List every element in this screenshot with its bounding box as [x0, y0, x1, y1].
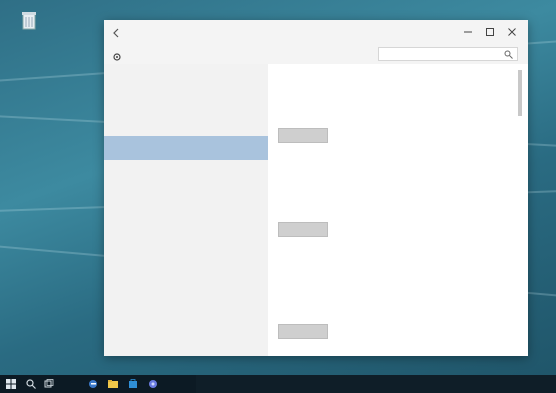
windows-start-icon[interactable]: [6, 379, 16, 389]
section-description: [278, 98, 510, 108]
taskbar: [0, 375, 556, 393]
app-icon[interactable]: [148, 379, 158, 389]
close-button[interactable]: [503, 23, 521, 41]
close-icon: [508, 28, 516, 36]
search-icon[interactable]: [26, 379, 36, 389]
maximize-button[interactable]: [481, 23, 499, 41]
sidebar-item[interactable]: [104, 186, 268, 210]
search-box[interactable]: [378, 47, 518, 61]
sidebar-item[interactable]: [104, 64, 268, 88]
section-button[interactable]: [278, 222, 328, 237]
maximize-icon: [486, 28, 494, 36]
back-button[interactable]: [110, 26, 122, 38]
header-bar: [104, 44, 528, 64]
back-arrow-icon: [113, 28, 119, 38]
task-view-icon[interactable]: [44, 379, 54, 389]
settings-window: [104, 20, 528, 356]
section-button[interactable]: [278, 128, 328, 143]
section-description: [278, 284, 510, 294]
edge-icon[interactable]: [88, 379, 98, 389]
gear-icon: [112, 49, 122, 61]
store-icon[interactable]: [128, 379, 138, 389]
section-description: [278, 196, 510, 206]
minimize-icon: [464, 31, 472, 33]
settings-section: [278, 262, 514, 354]
minimize-button[interactable]: [459, 23, 477, 41]
system-tray: [196, 375, 556, 393]
title-bar[interactable]: [104, 20, 528, 44]
desktop-icon-label: [14, 32, 44, 39]
file-explorer-icon[interactable]: [108, 379, 118, 389]
search-input[interactable]: [383, 49, 499, 59]
settings-section: [278, 174, 514, 254]
main-content: [278, 64, 514, 356]
sidebar-item[interactable]: [104, 162, 268, 186]
section-button[interactable]: [278, 324, 328, 339]
settings-section: [278, 76, 514, 166]
recycle-bin-icon: [18, 10, 40, 30]
sidebar: [104, 64, 268, 356]
search-icon: [504, 50, 513, 59]
desktop-icon-recycle-bin[interactable]: [14, 10, 44, 39]
scrollbar-thumb[interactable]: [518, 70, 522, 116]
sidebar-item[interactable]: [104, 88, 268, 112]
scrollbar[interactable]: [518, 64, 522, 356]
sidebar-item-selected[interactable]: [104, 136, 268, 160]
sidebar-item[interactable]: [104, 112, 268, 136]
